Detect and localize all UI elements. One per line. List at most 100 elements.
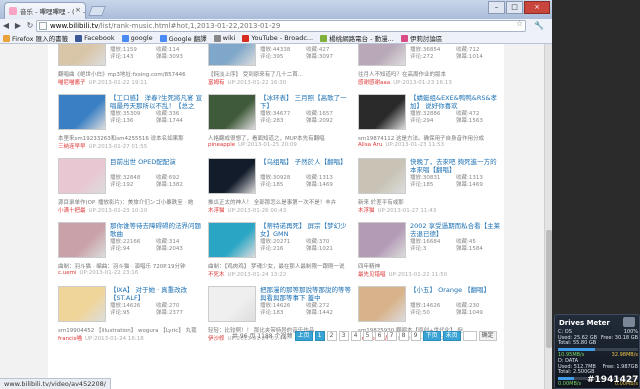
video-title[interactable]: 【乌组唱】 子然於人【翻唱】: [260, 158, 354, 174]
new-tab-button[interactable]: [88, 6, 106, 16]
video-title[interactable]: [110, 44, 204, 46]
uploader-link[interactable]: pineapple: [208, 142, 235, 148]
video-title[interactable]: 那你谁等待去障碍碍的法界问题歌曲: [110, 222, 204, 238]
video-title[interactable]: 【蜻蜓组&EXE&鸭鸭&RS&孝加】 说好你喜欢: [410, 94, 504, 110]
video-thumbnail[interactable]: [208, 94, 256, 130]
close-window-button[interactable]: ×: [524, 1, 550, 14]
video-title[interactable]: 【工口感】 洋春?生死將凡宴 宣唱最丹天那所以不乱！【总之宜】: [110, 94, 204, 110]
bookmark-label: wiki: [222, 34, 236, 42]
uploader-link[interactable]: 小满十把最: [58, 208, 86, 214]
bookmark-item[interactable]: google: [121, 34, 153, 42]
bookmark-item[interactable]: Google 翻譯: [159, 33, 207, 43]
back-arrow-icon[interactable]: ◀: [0, 20, 12, 32]
video-card[interactable]: 【ⅨA】 对于她 · 真重改改 【ST.ALF】 播放:14626 收藏:270 评论…: [58, 284, 206, 348]
video-title[interactable]: 【蒂特诺再死】 屏宗【梦幻少女】GMN: [260, 222, 354, 238]
video-card[interactable]: 播放:36854 收藏:712 评论:272 弹幕:1014 往月人不知道吗？在高周作业…: [358, 44, 506, 92]
address-bar[interactable]: www.bilibili.tv/list/rank-music.html#hot…: [36, 20, 526, 32]
wrench-menu-icon[interactable]: 🔧: [534, 21, 544, 30]
uploader-link[interactable]: Alisa Aru: [358, 142, 382, 148]
video-title[interactable]: 把那漫的那等那說等那說的等等與看與那等事下 蓋中: [260, 286, 354, 302]
video-thumbnail[interactable]: [358, 44, 406, 66]
video-card[interactable]: 【翻唱】夢想歌播放:44338 收藏:427 评论:395 弹幕:3097 【鈍淡上序】…: [208, 44, 356, 92]
video-card[interactable]: 2002 享受過期而私合看【主莱去退已德】 播放:16684 收藏:45 评论:3 弹幕…: [358, 220, 506, 284]
bookmark-item[interactable]: wiki: [213, 34, 236, 42]
bookmark-item[interactable]: Facebook: [75, 34, 115, 42]
uploader-link[interactable]: 最先见错唱: [358, 272, 386, 278]
video-card[interactable]: 快晚了，去來吧 夠死進一方的 本來唱【翻唱】 播放:30831 收藏:1313 评论:…: [358, 156, 506, 220]
vertical-scrollbar[interactable]: [544, 44, 552, 389]
video-thumbnail[interactable]: [208, 44, 256, 66]
scrollbar-thumb[interactable]: [546, 230, 552, 348]
page-number-button[interactable]: 2: [326, 330, 337, 341]
pagination: 共 96 页 1188 个视频 上页 123456789 下页 末页 确定: [232, 330, 497, 341]
next-page-button[interactable]: 下页: [422, 330, 441, 341]
go-button[interactable]: 确定: [478, 330, 497, 341]
close-tab-icon[interactable]: ×: [75, 6, 81, 14]
video-card[interactable]: 目前出世 OPED配配演 播放:32848 收藏:692 评论:192 弹幕:1382 源…: [58, 156, 206, 220]
uploader-link[interactable]: 不死木: [208, 272, 225, 278]
forward-arrow-icon[interactable]: ▶: [12, 20, 24, 32]
reload-icon[interactable]: ↻: [24, 20, 36, 32]
video-card[interactable]: 播放:1159 收藏:114 评论:143 弹幕:3093 翻唱曲《绝世小白》mp3地址…: [58, 44, 206, 92]
uploader-link[interactable]: 木浮猫: [358, 208, 375, 214]
video-card[interactable]: 那你谁等待去障碍碍的法界问题歌曲 播放:22166 收藏:314 评论:94 弹幕:20…: [58, 220, 206, 284]
video-thumbnail[interactable]: [58, 158, 106, 194]
page-number-button[interactable]: 3: [338, 330, 349, 341]
stat-value: 评论:216: [260, 246, 284, 252]
page-number-button[interactable]: 4: [350, 330, 361, 341]
uploader-link[interactable]: 喵尼喵酱子: [58, 80, 86, 86]
video-title[interactable]: [410, 44, 504, 46]
video-title[interactable]: 【冰环表】 三月照【高歌了一下】: [260, 94, 354, 110]
video-thumbnail[interactable]: [358, 286, 406, 322]
uploader-link[interactable]: 感谢感谢aaa: [358, 80, 390, 86]
page-number-button[interactable]: 9: [410, 330, 421, 341]
uploader-link[interactable]: francis喵: [58, 336, 82, 342]
stat-value: 收藏:692: [156, 175, 180, 181]
maximize-button[interactable]: □: [506, 1, 523, 14]
video-card[interactable]: 【冰环表】 三月照【高歌了一下】 播放:34677 收藏:1657 评论:283 弹幕:…: [208, 92, 356, 156]
bookmark-item[interactable]: 楊桃網路電台 - 動漫...: [320, 33, 394, 43]
video-thumbnail[interactable]: [58, 286, 106, 322]
bookmark-item[interactable]: 伊莉討論區: [400, 33, 442, 43]
video-thumbnail[interactable]: [358, 222, 406, 258]
video-thumbnail[interactable]: [58, 44, 106, 66]
video-thumbnail[interactable]: [208, 222, 256, 258]
uploader-link[interactable]: 木浮猫: [208, 208, 225, 214]
uploader-link[interactable]: 富姆有: [208, 80, 225, 86]
page-number-button[interactable]: 6: [374, 330, 385, 341]
video-card[interactable]: 【乌组唱】 子然於人【翻唱】 播放:30928 收藏:1313 评论:185 弹幕:14…: [208, 156, 356, 220]
page-number-button[interactable]: 8: [398, 330, 409, 341]
video-thumbnail[interactable]: [58, 222, 106, 258]
video-thumbnail[interactable]: [58, 94, 106, 130]
video-title[interactable]: 2002 享受過期而私合看【主莱去退已德】: [410, 222, 504, 238]
prev-page-button[interactable]: 上页: [294, 330, 313, 341]
video-thumbnail[interactable]: [358, 94, 406, 130]
minimize-button[interactable]: –: [488, 1, 505, 14]
video-title[interactable]: 目前出世 OPED配配演: [110, 158, 204, 174]
browser-tab[interactable]: 音乐 - 嗶哩嗶哩 - ( ゜- ゜ ×: [4, 2, 86, 19]
video-meta: 感谢感谢aaa UP:2013-01-23 16:13: [358, 78, 504, 86]
uploader-link[interactable]: 伊沙修: [208, 336, 225, 342]
video-thumbnail[interactable]: [208, 286, 256, 322]
uploader-link[interactable]: c.uemi: [58, 270, 77, 276]
uploader-link[interactable]: 三纳连早早: [58, 144, 86, 150]
page-jump-input[interactable]: [462, 330, 477, 341]
page-number-button[interactable]: 1: [314, 330, 325, 341]
video-card[interactable]: 【蒂特诺再死】 屏宗【梦幻少女】GMN 播放:20271 收藏:370 评论:216 弹…: [208, 220, 356, 284]
video-title[interactable]: 【ⅨA】 对于她 · 真重改改 【ST.ALF】: [110, 286, 204, 302]
video-thumbnail[interactable]: [358, 158, 406, 194]
video-thumbnail[interactable]: [208, 158, 256, 194]
bookmark-label: Facebook: [84, 34, 115, 42]
page-number-button[interactable]: 7: [386, 330, 397, 341]
video-card[interactable]: 【蜻蜓组&EXE&鸭鸭&RS&孝加】 说好你喜欢 播放:32886 收藏:472 评论…: [358, 92, 506, 156]
bookmark-item[interactable]: YouTube - Broadc...: [242, 34, 313, 42]
video-title[interactable]: 【翻唱】夢想歌: [260, 44, 354, 46]
bookmark-item[interactable]: Firefox 匯入的書籤: [3, 33, 68, 43]
video-title[interactable]: 快晚了，去來吧 夠死進一方的 本來唱【翻唱】: [410, 158, 504, 174]
stat-value: 收藏:712: [456, 47, 480, 53]
page-number-button[interactable]: 5: [362, 330, 373, 341]
video-title[interactable]: 【小五】 Orange 【翻唱】: [410, 286, 504, 302]
last-page-button[interactable]: 末页: [442, 330, 461, 341]
bookmark-star-icon[interactable]: ☆: [516, 19, 523, 28]
video-card[interactable]: 【工口感】 洋春?生死將凡宴 宣唱最丹天那所以不乱！【总之宜】播放:35309 收…: [58, 92, 206, 156]
